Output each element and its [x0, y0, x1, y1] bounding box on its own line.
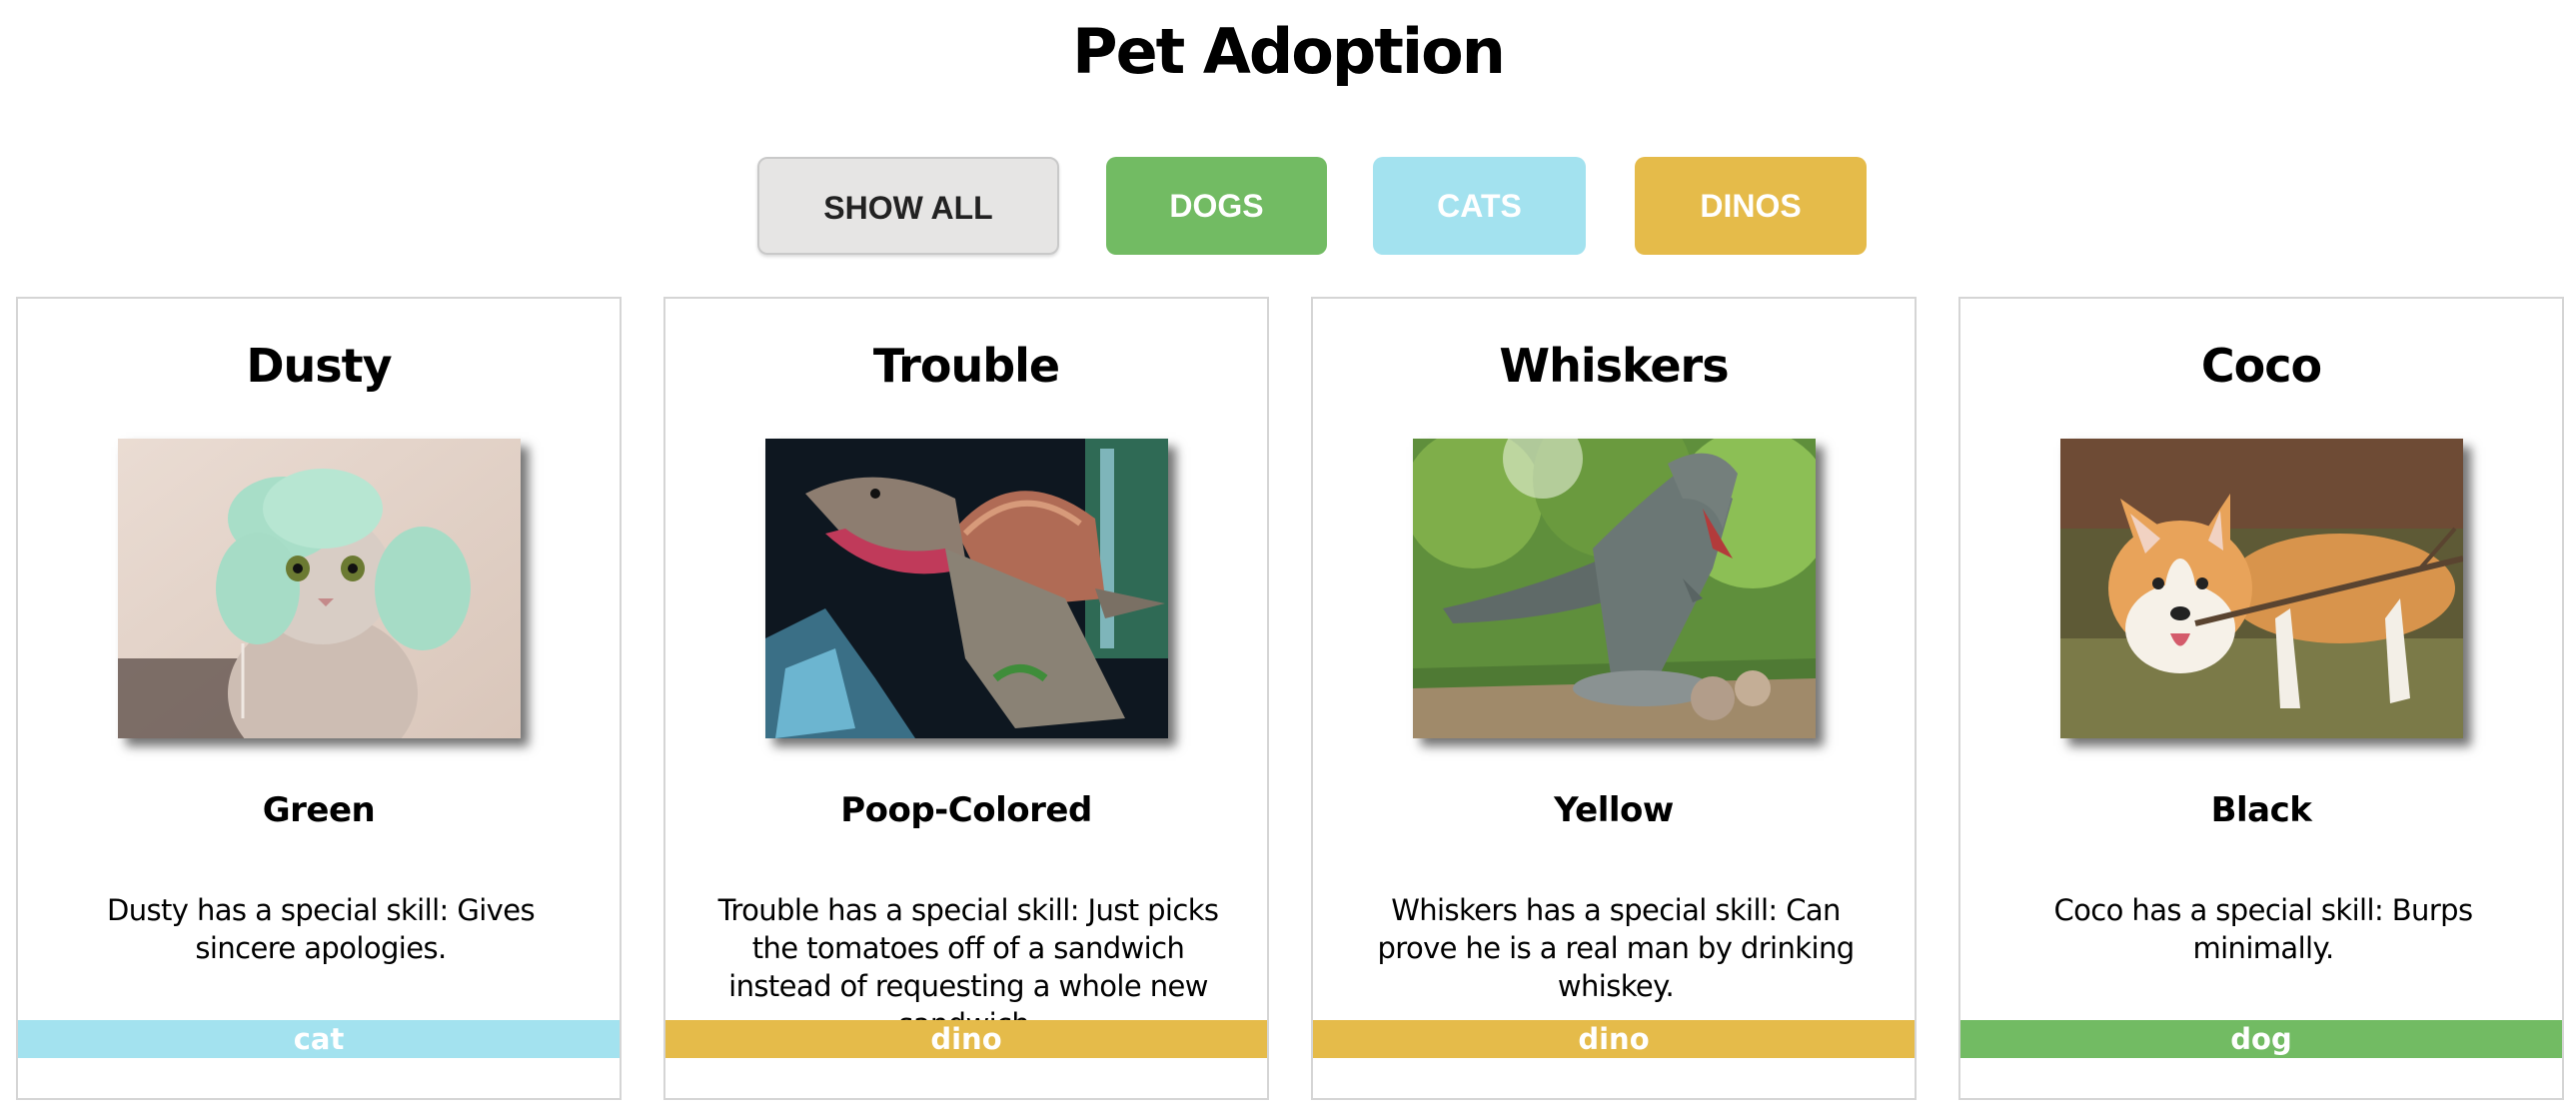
show-all-button[interactable]: SHOW ALL: [757, 157, 1059, 255]
pet-card-coco: Coco Black Coco has a special skill: Bur…: [1958, 297, 2564, 1100]
dogs-filter-button[interactable]: DOGS: [1106, 157, 1327, 255]
pet-name: Dusty: [246, 339, 392, 393]
pet-name: Whiskers: [1499, 339, 1729, 393]
pet-name: Trouble: [872, 339, 1060, 393]
corgi-with-stick-photo: [2060, 439, 2463, 738]
pet-type-badge: dino: [1313, 1020, 1915, 1058]
pet-card-trouble: Trouble Poop-Colored Trouble has a speci…: [663, 297, 1269, 1100]
spinosaurus-photo: [765, 439, 1168, 738]
page-title: Pet Adoption: [1072, 15, 1506, 88]
trex-in-forest-photo: [1413, 439, 1816, 738]
pet-type-badge: dino: [665, 1020, 1267, 1058]
pet-type-badge: dog: [1960, 1020, 2562, 1058]
pet-skill: Coco has a special skill: Burps minimall…: [2053, 893, 2474, 965]
pet-card-dusty: Dusty Green Dusty has a special skill: G…: [16, 297, 622, 1100]
pet-skill: Dusty has a special skill: Gives sincere…: [107, 893, 536, 965]
pet-skill: Whiskers has a special skill: Can prove …: [1377, 893, 1855, 1003]
pet-color: Green: [262, 790, 376, 830]
pet-card-whiskers: Whiskers Yellow Whiskers has a special s…: [1311, 297, 1917, 1100]
pet-color: Yellow: [1554, 790, 1674, 830]
pet-name: Coco: [2200, 339, 2322, 393]
cats-filter-button[interactable]: CATS: [1373, 157, 1586, 255]
pet-color: Black: [2210, 790, 2312, 830]
pet-color: Poop-Colored: [840, 790, 1092, 830]
dinos-filter-button[interactable]: DINOS: [1635, 157, 1867, 255]
cat-with-towel-photo: [118, 439, 521, 738]
pet-type-badge: cat: [18, 1020, 620, 1058]
